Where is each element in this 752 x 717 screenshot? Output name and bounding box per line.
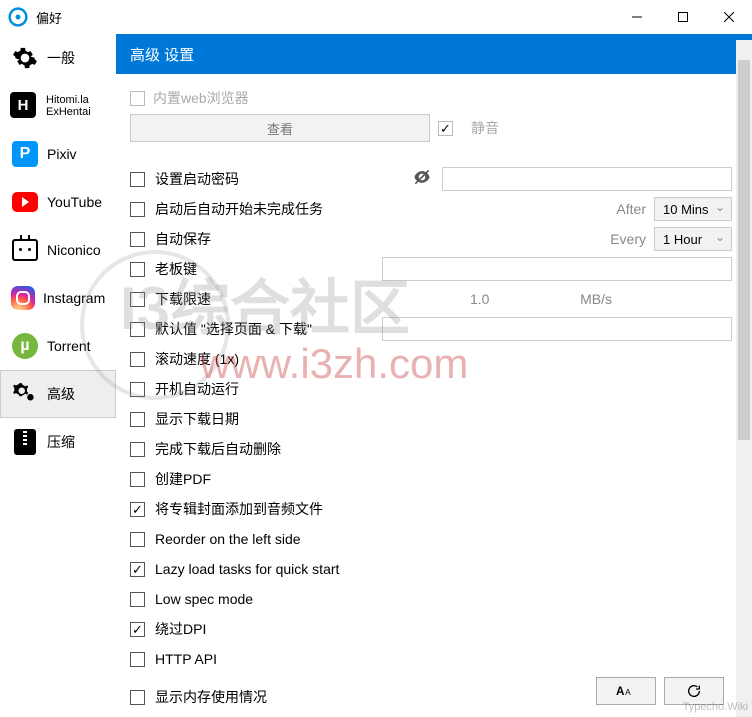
createpdf-label: 创建PDF [155, 469, 211, 489]
titlebar: 偏好 [0, 0, 752, 34]
showmemory-label: 显示内存使用情况 [155, 687, 267, 707]
sidebar-item-label: YouTube [47, 194, 102, 210]
instagram-icon [11, 284, 35, 312]
mute-label: 静音 [471, 118, 499, 138]
builtin-browser-checkbox [130, 91, 145, 106]
content-body: 内置web浏览器 查看 静音 设置启动密码 启动后自动开始未完成任务 After [116, 74, 752, 717]
scrollbar[interactable] [736, 40, 752, 717]
svg-text:A: A [625, 687, 631, 697]
reorder-checkbox[interactable] [130, 532, 145, 547]
every-label: Every [610, 231, 646, 247]
speedlimit-checkbox[interactable] [130, 292, 145, 307]
albumcover-checkbox[interactable] [130, 502, 145, 517]
lowspec-label: Low spec mode [155, 591, 253, 607]
sidebar-item-advanced[interactable]: 高级 [0, 370, 116, 418]
content-header: 高级 设置 [116, 34, 752, 74]
speed-value: 1.0 [470, 291, 489, 307]
every-select[interactable]: 1 Hour [654, 227, 732, 251]
svg-text:A: A [616, 685, 625, 698]
sidebar-item-label: 高级 [47, 384, 75, 404]
youtube-icon [11, 188, 39, 216]
showdate-checkbox[interactable] [130, 412, 145, 427]
after-label: After [616, 201, 646, 217]
default-select-input[interactable] [382, 317, 732, 341]
showdate-label: 显示下载日期 [155, 409, 239, 429]
lowspec-checkbox[interactable] [130, 592, 145, 607]
albumcover-label: 将专辑封面添加到音频文件 [155, 499, 323, 519]
niconico-icon [11, 236, 39, 264]
httpapi-label: HTTP API [155, 651, 217, 667]
password-input[interactable] [442, 167, 732, 191]
createpdf-checkbox[interactable] [130, 472, 145, 487]
autorun-checkbox[interactable] [130, 382, 145, 397]
autodelete-label: 完成下载后自动删除 [155, 439, 281, 459]
scrollbar-thumb[interactable] [738, 60, 750, 440]
password-label: 设置启动密码 [155, 169, 239, 189]
sidebar-item-label: Pixiv [47, 146, 77, 162]
watermark-footer: Typecho.Wiki [683, 701, 748, 713]
sidebar-item-label: ExHentai [46, 106, 91, 118]
password-checkbox[interactable] [130, 172, 145, 187]
eye-off-icon[interactable] [412, 167, 432, 192]
sidebar-item-label: Niconico [47, 242, 101, 258]
sidebar: 一般 H Hitomi.la ExHentai P Pixiv YouTube … [0, 34, 116, 717]
bosskey-checkbox[interactable] [130, 262, 145, 277]
httpapi-checkbox[interactable] [130, 652, 145, 667]
sidebar-item-label: 压缩 [47, 432, 75, 452]
autodelete-checkbox[interactable] [130, 442, 145, 457]
font-button[interactable]: AA [596, 677, 656, 705]
bypassdpi-checkbox[interactable] [130, 622, 145, 637]
autosave-label: 自动保存 [155, 229, 211, 249]
sidebar-item-general[interactable]: 一般 [0, 34, 116, 82]
autostart-checkbox[interactable] [130, 202, 145, 217]
scroll-speed-label: 滚动速度 (1x) [155, 349, 239, 369]
sidebar-item-youtube[interactable]: YouTube [0, 178, 116, 226]
minimize-button[interactable] [614, 0, 660, 34]
sidebar-item-hitomi[interactable]: H Hitomi.la ExHentai [0, 82, 116, 130]
gear-icon [11, 44, 39, 72]
bosskey-input[interactable] [382, 257, 732, 281]
app-icon [8, 7, 28, 27]
compress-icon [11, 428, 39, 456]
default-select-label: 默认值 "选择页面 & 下载" [155, 319, 312, 339]
default-select-checkbox[interactable] [130, 322, 145, 337]
gears-icon [11, 380, 39, 408]
speedlimit-label: 下载限速 [155, 289, 211, 309]
after-select[interactable]: 10 Mins [654, 197, 732, 221]
lazyload-checkbox[interactable] [130, 562, 145, 577]
bypassdpi-label: 绕过DPI [155, 619, 206, 639]
speed-unit: MB/s [580, 291, 612, 307]
view-button[interactable]: 查看 [130, 114, 430, 142]
maximize-button[interactable] [660, 0, 706, 34]
sidebar-item-label: Hitomi.la [46, 94, 91, 106]
sidebar-item-label: Torrent [47, 338, 91, 354]
hitomi-icon: H [10, 92, 38, 120]
window-title: 偏好 [36, 8, 614, 27]
showmemory-checkbox[interactable] [130, 690, 145, 705]
content: 高级 设置 内置web浏览器 查看 静音 设置启动密码 [116, 34, 752, 717]
sidebar-item-niconico[interactable]: Niconico [0, 226, 116, 274]
autosave-checkbox[interactable] [130, 232, 145, 247]
sidebar-item-compress[interactable]: 压缩 [0, 418, 116, 466]
sidebar-item-instagram[interactable]: Instagram [0, 274, 116, 322]
builtin-browser-label: 内置web浏览器 [153, 88, 249, 108]
close-button[interactable] [706, 0, 752, 34]
lazyload-label: Lazy load tasks for quick start [155, 561, 339, 577]
utorrent-icon: µ [11, 332, 39, 360]
sidebar-item-torrent[interactable]: µ Torrent [0, 322, 116, 370]
sidebar-item-pixiv[interactable]: P Pixiv [0, 130, 116, 178]
sidebar-item-label: Instagram [43, 290, 105, 306]
autorun-label: 开机自动运行 [155, 379, 239, 399]
scroll-speed-checkbox[interactable] [130, 352, 145, 367]
mute-checkbox [438, 121, 453, 136]
reorder-label: Reorder on the left side [155, 531, 301, 547]
bosskey-label: 老板键 [155, 259, 197, 279]
autostart-label: 启动后自动开始未完成任务 [155, 199, 323, 219]
pixiv-icon: P [11, 140, 39, 168]
sidebar-item-label: 一般 [47, 48, 75, 68]
